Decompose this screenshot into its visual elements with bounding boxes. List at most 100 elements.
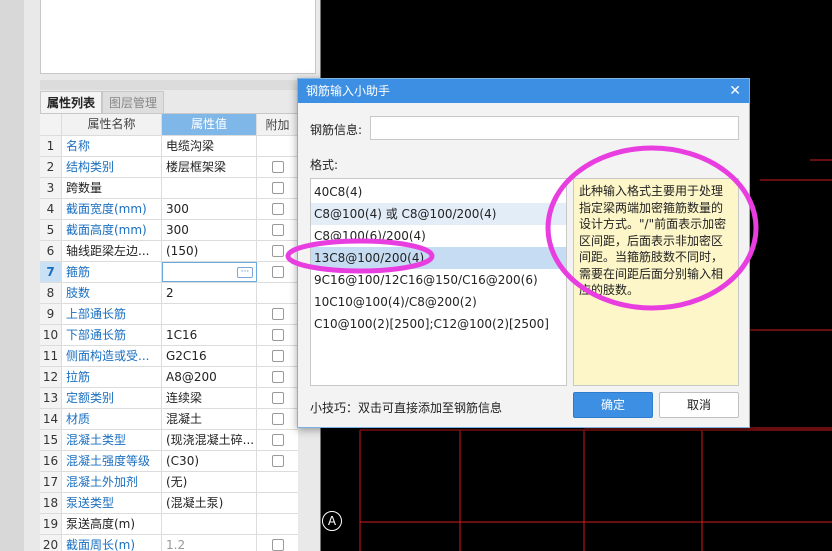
format-list-item[interactable]: C8@100(6)/200(4) xyxy=(311,225,566,247)
format-list[interactable]: 40C8(4) C8@100(4) 或 C8@100/200(4) C8@100(6… xyxy=(310,178,567,386)
table-row[interactable]: 1 名称 电缆沟梁 xyxy=(40,136,298,157)
table-row[interactable]: 13 定额类别 连续梁 xyxy=(40,388,298,409)
table-row[interactable]: 8 肢数 2 xyxy=(40,283,298,304)
format-list-item[interactable]: 40C8(4) xyxy=(311,181,566,203)
dialog-titlebar: 钢筋输入小助手 ✕ xyxy=(298,79,749,103)
component-preview xyxy=(40,0,316,74)
property-value[interactable]: (无) xyxy=(162,472,257,492)
panel-splitter[interactable] xyxy=(40,80,316,90)
table-row[interactable]: 19 泵送高度(m) xyxy=(40,514,298,535)
property-value[interactable] xyxy=(162,304,257,324)
format-list-item[interactable]: C8@100(4) 或 C8@100/200(4) xyxy=(311,203,566,225)
extra-cell xyxy=(257,493,298,513)
extra-checkbox[interactable] xyxy=(271,224,284,236)
property-value[interactable]: 混凝土 xyxy=(162,409,257,429)
extra-checkbox[interactable] xyxy=(271,413,284,425)
table-row[interactable]: 11 侧面构造或受... G2C16 xyxy=(40,346,298,367)
format-list-item[interactable]: 10C10@100(4)/C8@200(2) xyxy=(311,291,566,313)
ellipsis-button[interactable]: ··· xyxy=(237,267,253,278)
table-row[interactable]: 12 拉筋 A8@200 xyxy=(40,367,298,388)
extra-checkbox[interactable] xyxy=(271,350,284,362)
row-index: 14 xyxy=(40,409,62,429)
extra-cell xyxy=(257,157,298,177)
property-value[interactable]: 300 xyxy=(162,220,257,240)
extra-checkbox[interactable] xyxy=(271,455,284,467)
extra-checkbox[interactable] xyxy=(271,392,284,404)
extra-cell xyxy=(257,346,298,366)
property-name: 跨数量 xyxy=(62,178,162,198)
property-value[interactable]: 300 xyxy=(162,199,257,219)
dialog-title: 钢筋输入小助手 xyxy=(306,84,391,98)
row-index: 13 xyxy=(40,388,62,408)
extra-checkbox[interactable] xyxy=(271,329,284,341)
property-value[interactable] xyxy=(162,178,257,198)
property-value-text: A8@200 xyxy=(166,370,217,384)
format-list-item[interactable]: C10@100(2)[2500];C12@100(2)[2500] xyxy=(311,313,566,335)
table-row[interactable]: 17 混凝土外加剂 (无) xyxy=(40,472,298,493)
property-value[interactable]: A8@200 xyxy=(162,367,257,387)
cancel-button[interactable]: 取消 xyxy=(659,392,739,418)
row-index: 11 xyxy=(40,346,62,366)
table-row[interactable]: 10 下部通长筋 1C16 xyxy=(40,325,298,346)
property-name: 名称 xyxy=(62,136,162,156)
property-value[interactable] xyxy=(162,514,257,534)
property-value[interactable]: (C30) xyxy=(162,451,257,471)
property-name: 混凝土类型 xyxy=(62,430,162,450)
extra-checkbox[interactable] xyxy=(271,203,284,215)
extra-checkbox[interactable] xyxy=(271,539,284,551)
table-row[interactable]: 20 截面周长(m) 1.2 xyxy=(40,535,298,551)
property-value[interactable]: (混凝土泵) xyxy=(162,493,257,513)
property-value[interactable]: G2C16 xyxy=(162,346,257,366)
format-list-item[interactable]: 13C8@100/200(4) xyxy=(311,247,566,269)
table-row[interactable]: 18 泵送类型 (混凝土泵) xyxy=(40,493,298,514)
property-name: 泵送高度(m) xyxy=(62,514,162,534)
ok-button[interactable]: 确定 xyxy=(573,392,653,418)
rebar-info-input[interactable] xyxy=(370,116,739,140)
extra-checkbox[interactable] xyxy=(271,182,284,194)
extra-cell xyxy=(257,325,298,345)
table-row[interactable]: 7 箍筋 ··· xyxy=(40,262,298,283)
table-row[interactable]: 14 材质 混凝土 xyxy=(40,409,298,430)
extra-checkbox[interactable] xyxy=(271,371,284,383)
property-value[interactable]: ··· xyxy=(162,262,257,282)
property-name: 截面高度(mm) xyxy=(62,220,162,240)
tab-layer-management[interactable]: 图层管理 xyxy=(102,91,165,113)
table-row[interactable]: 5 截面高度(mm) 300 xyxy=(40,220,298,241)
property-value[interactable]: 1.2 xyxy=(162,535,257,551)
extra-cell xyxy=(257,304,298,324)
property-value[interactable]: 电缆沟梁 xyxy=(162,136,257,156)
table-row[interactable]: 4 截面宽度(mm) 300 xyxy=(40,199,298,220)
row-index: 12 xyxy=(40,367,62,387)
extra-cell xyxy=(257,220,298,240)
extra-checkbox[interactable] xyxy=(271,434,284,446)
table-row[interactable]: 2 结构类别 楼层框架梁 xyxy=(40,157,298,178)
property-value[interactable]: 1C16 xyxy=(162,325,257,345)
row-index: 8 xyxy=(40,283,62,303)
tab-property-list[interactable]: 属性列表 xyxy=(40,91,103,113)
extra-checkbox[interactable] xyxy=(271,266,284,278)
property-value[interactable]: 连续梁 xyxy=(162,388,257,408)
table-header-row: 属性名称 属性值 附加 xyxy=(40,114,298,136)
extra-checkbox[interactable] xyxy=(271,308,284,320)
format-list-item[interactable]: 9C16@100/12C16@150/C16@200(6) xyxy=(311,269,566,291)
table-row[interactable]: 6 轴线距梁左边... (150) xyxy=(40,241,298,262)
property-value-text: 2 xyxy=(166,286,174,300)
extra-checkbox[interactable] xyxy=(271,161,284,173)
property-value[interactable]: (150) xyxy=(162,241,257,261)
property-value-text: 楼层框架梁 xyxy=(166,160,227,174)
table-row[interactable]: 9 上部通长筋 xyxy=(40,304,298,325)
table-row[interactable]: 3 跨数量 xyxy=(40,178,298,199)
extra-cell xyxy=(257,514,298,534)
close-icon[interactable]: ✕ xyxy=(729,79,741,103)
property-value[interactable]: 楼层框架梁 xyxy=(162,157,257,177)
extra-cell xyxy=(257,409,298,429)
property-name: 上部通长筋 xyxy=(62,304,162,324)
property-value[interactable]: (现浇混凝土碎... xyxy=(162,430,257,450)
property-value[interactable]: 2 xyxy=(162,283,257,303)
table-row[interactable]: 16 混凝土强度等级 (C30) xyxy=(40,451,298,472)
property-value-text: (150) xyxy=(166,244,199,258)
property-value-text: 电缆沟梁 xyxy=(166,139,215,153)
extra-checkbox[interactable] xyxy=(271,245,284,257)
column-header-value: 属性值 xyxy=(162,114,257,135)
table-row[interactable]: 15 混凝土类型 (现浇混凝土碎... xyxy=(40,430,298,451)
